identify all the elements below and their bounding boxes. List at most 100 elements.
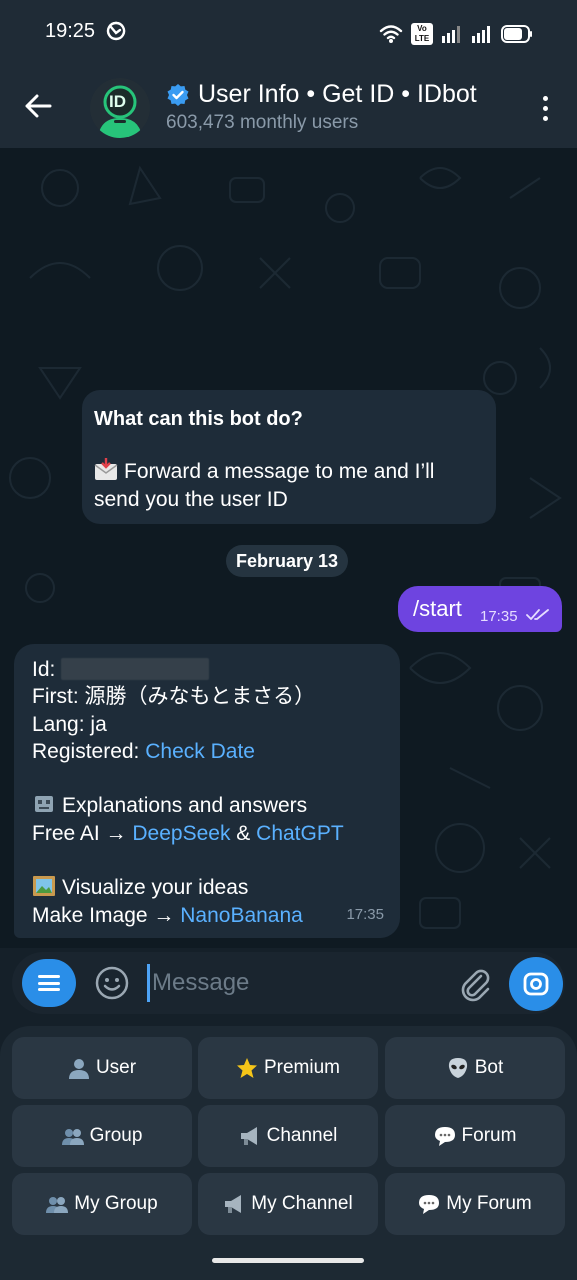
paperclip-icon[interactable]: [457, 966, 493, 1002]
bot-info-description: Forward a message to me and I’ll send yo…: [94, 460, 435, 511]
registered-line: Registered: Check Date: [32, 738, 382, 765]
check-date-link[interactable]: Check Date: [145, 740, 255, 763]
keyboard-button-label: My Forum: [446, 1193, 532, 1214]
explain-title: Explanations and answers: [62, 794, 308, 818]
keyboard-button-premium[interactable]: Premium: [198, 1037, 378, 1099]
robot-icon: [35, 796, 53, 813]
signal-icon: [442, 26, 460, 43]
keyboard-button-label: My Group: [74, 1193, 158, 1214]
outgoing-message-text: /start: [413, 596, 462, 621]
first-value: 源勝（みなもとまさる）: [84, 685, 316, 709]
bot-menu-button[interactable]: [22, 959, 76, 1007]
keyboard-button-channel[interactable]: Channel: [198, 1105, 378, 1167]
avatar-text: ID: [109, 92, 126, 111]
keyboard-button-label: Bot: [474, 1057, 504, 1078]
chat-header: ID User Info • Get ID • IDbot 603,473 mo…: [0, 68, 577, 148]
keyboard-button-forum[interactable]: Forum: [385, 1105, 565, 1167]
bot-reply-keyboard: User Premium Bot Group Channel Forum My …: [0, 1026, 577, 1280]
user-silhouette-icon: [68, 1059, 89, 1079]
verified-icon: [167, 83, 189, 106]
date-separator: February 13: [226, 545, 349, 577]
volte-badge: Vo LTE: [411, 23, 433, 45]
bot-info-title: What can this bot do?: [94, 408, 303, 430]
camera-icon: [523, 972, 549, 996]
keyboard-button-label: User: [95, 1057, 137, 1078]
keyboard-button-label: My Channel: [251, 1193, 353, 1214]
wifi-icon: [379, 25, 403, 43]
make-image-label: Make Image →: [32, 903, 175, 927]
status-bar: 19:25 Vo LTE: [0, 0, 577, 64]
keyboard-button-label: Premium: [263, 1057, 340, 1078]
keyboard-button-label: Forum: [461, 1125, 517, 1146]
alarm-icon: [106, 21, 126, 41]
keyboard-button-label: Channel: [266, 1125, 338, 1146]
registered-label: Registered:: [32, 739, 140, 763]
chatgpt-link[interactable]: ChatGPT: [256, 822, 344, 845]
speech-bubble-icon: [419, 1195, 440, 1214]
lang-line: Lang: ja: [32, 711, 382, 738]
message-composer: [12, 952, 565, 1014]
status-icons: Vo LTE: [379, 22, 533, 46]
emoji-icon[interactable]: [94, 965, 130, 1001]
first-name-line: First: 源勝（みなもとまさる）: [32, 683, 382, 710]
home-indicator[interactable]: [212, 1258, 364, 1263]
deepseek-link[interactable]: DeepSeek: [132, 822, 230, 845]
back-button[interactable]: [20, 88, 56, 124]
explain-line: Explanations and answers: [32, 792, 382, 819]
lang-value: ja: [90, 712, 107, 736]
arrow-left-icon: [25, 94, 52, 118]
avatar[interactable]: ID: [90, 78, 150, 138]
megaphone-icon: [225, 1195, 242, 1213]
battery-icon: [501, 25, 532, 43]
outgoing-message[interactable]: /start 17:35: [398, 586, 562, 632]
message-input[interactable]: [147, 964, 447, 1002]
first-label: First:: [32, 685, 79, 709]
id-line: Id:: [32, 656, 382, 683]
visualize-title: Visualize your ideas: [62, 876, 249, 900]
visualize-line: Visualize your ideas: [32, 874, 382, 901]
keyboard-button-my-channel[interactable]: My Channel: [198, 1173, 378, 1235]
top-bar: 19:25 Vo LTE ID User Info • Get ID • IDb…: [0, 0, 577, 148]
more-dot-icon: [542, 115, 548, 121]
users-icon: [61, 1129, 84, 1145]
more-dot-icon: [542, 95, 548, 101]
nanobanana-link[interactable]: NanoBanana: [180, 904, 303, 927]
speech-bubble-icon: [434, 1127, 455, 1146]
bot-info-text: Forward a message to me and I’ll send yo…: [94, 458, 484, 514]
camera-button[interactable]: [509, 957, 563, 1011]
incoming-message-time: 17:35: [346, 905, 384, 923]
id-label: Id:: [32, 658, 56, 681]
keyboard-button-label: Group: [89, 1125, 143, 1146]
more-options-button[interactable]: [533, 90, 557, 126]
bot-description-card: What can this bot do? Forward a message …: [82, 390, 496, 524]
status-time: 19:25: [45, 20, 96, 42]
keyboard-button-my-forum[interactable]: My Forum: [385, 1173, 565, 1235]
id-value-redacted: [61, 658, 210, 680]
keyboard-button-bot[interactable]: Bot: [385, 1037, 565, 1099]
incoming-message[interactable]: Id: First: 源勝（みなもとまさる） Lang: ja Register…: [14, 644, 400, 938]
free-ai-label: Free AI →: [32, 821, 127, 845]
megaphone-icon: [240, 1127, 257, 1145]
alien-icon: [448, 1058, 467, 1078]
more-dot-icon: [542, 105, 548, 111]
menu-icon: [38, 975, 60, 991]
users-icon: [46, 1197, 69, 1213]
keyboard-button-my-group[interactable]: My Group: [12, 1173, 192, 1235]
chat-area[interactable]: What can this bot do? Forward a message …: [0, 148, 577, 948]
title-row[interactable]: User Info • Get ID • IDbot: [166, 80, 477, 109]
signal-icon-2: [472, 26, 490, 43]
make-image-line: Make Image → NanoBanana: [32, 902, 382, 929]
chat-subtitle: 603,473 monthly users: [166, 112, 359, 133]
lang-label: Lang:: [32, 712, 85, 736]
read-check-icon: [526, 609, 549, 620]
framed-picture-icon: [33, 876, 55, 897]
star-icon: [236, 1058, 257, 1078]
keyboard-button-user[interactable]: User: [12, 1037, 192, 1099]
chat-title: User Info • Get ID • IDbot: [198, 80, 477, 108]
outgoing-message-time: 17:35: [480, 608, 518, 625]
keyboard-button-group[interactable]: Group: [12, 1105, 192, 1167]
free-ai-line: Free AI → DeepSeek & ChatGPT: [32, 820, 382, 847]
ampersand: &: [236, 821, 251, 845]
